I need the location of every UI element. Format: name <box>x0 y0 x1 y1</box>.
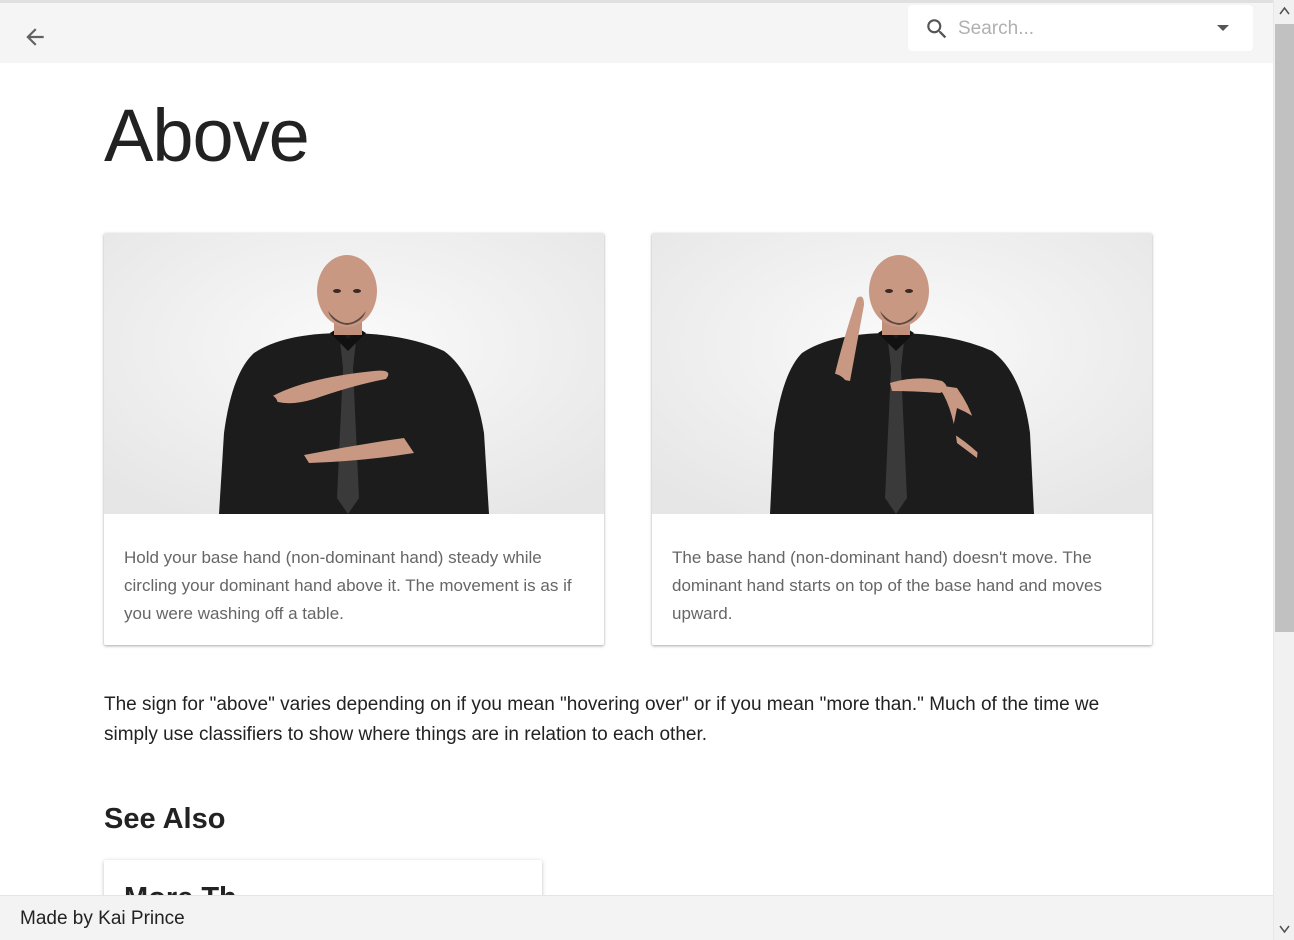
top-bar <box>0 0 1273 63</box>
scroll-up-arrow-icon[interactable] <box>1279 6 1290 16</box>
sign-image-2 <box>652 233 1152 514</box>
sign-card-2: The base hand (non-dominant hand) doesn'… <box>652 233 1152 645</box>
search-input[interactable] <box>958 15 1198 43</box>
scrollbar-thumb[interactable] <box>1275 24 1294 632</box>
scroll-down-arrow-icon[interactable] <box>1279 924 1290 934</box>
page-title: Above <box>104 94 310 177</box>
back-button[interactable] <box>18 20 52 54</box>
sign-image-1 <box>104 233 604 514</box>
vertical-scrollbar[interactable] <box>1273 0 1294 940</box>
search-box[interactable] <box>908 5 1253 51</box>
see-also-heading: See Also <box>104 803 226 835</box>
arrow-left-icon <box>26 28 44 46</box>
sign-card-2-text: The base hand (non-dominant hand) doesn'… <box>672 548 1103 623</box>
sign-card-1: Hold your base hand (non-dominant hand) … <box>104 233 604 645</box>
sign-description: The sign for "above" varies depending on… <box>104 694 1100 745</box>
chevron-down-icon[interactable] <box>1213 20 1233 36</box>
search-icon <box>927 19 947 39</box>
footer: Made by Kai Prince <box>0 895 1273 940</box>
footer-text: Made by Kai Prince <box>20 908 185 929</box>
sign-card-1-text: Hold your base hand (non-dominant hand) … <box>124 548 572 623</box>
